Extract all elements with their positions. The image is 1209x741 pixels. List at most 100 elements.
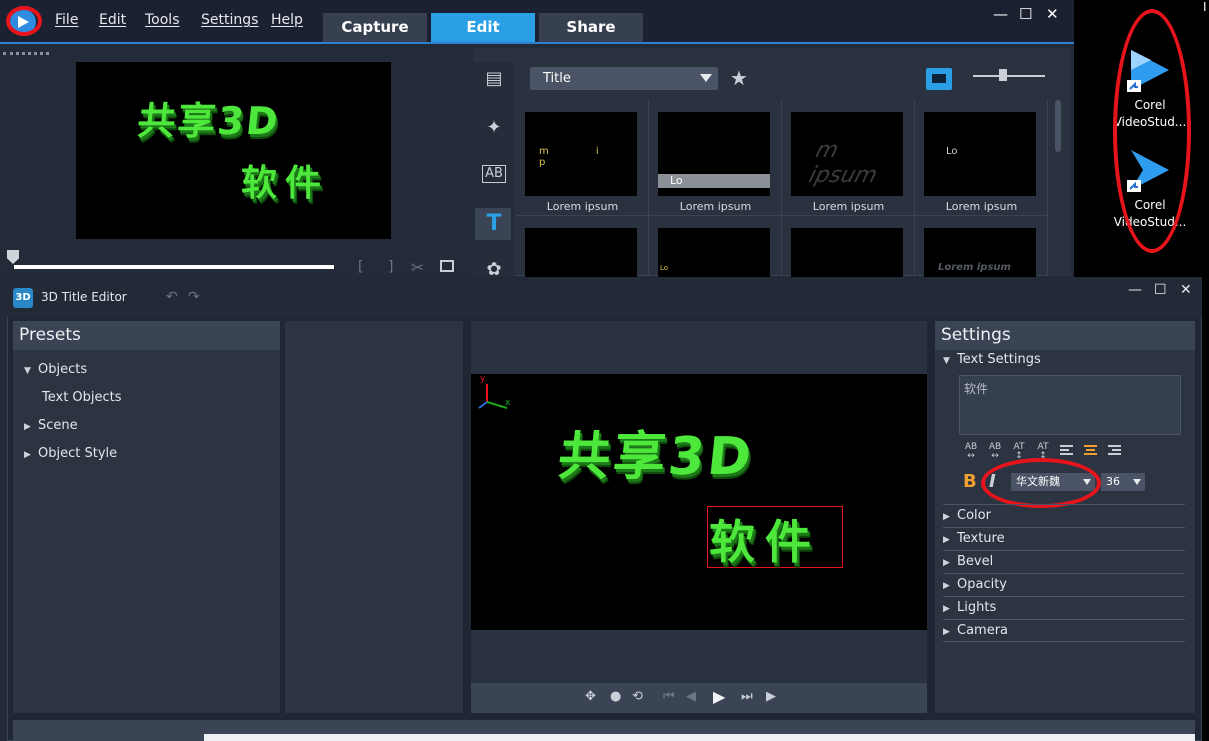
annotation-circle-desktop <box>1113 9 1191 253</box>
editor-title-bar <box>7 277 1202 317</box>
chevron-down-icon <box>1133 479 1141 485</box>
chevron-down-icon <box>700 74 712 82</box>
character-spacing-icon[interactable]: AB ↔ <box>962 443 980 461</box>
thumbnail-view-button[interactable] <box>926 68 952 90</box>
move-icon[interactable]: ✥ <box>585 689 596 704</box>
settings-section-bevel[interactable]: ▶ Bevel <box>943 550 1185 573</box>
text-settings-section[interactable]: ▼ Text Settings <box>943 352 1041 367</box>
settings-section-color[interactable]: ▶ Color <box>943 504 1185 527</box>
slider-handle[interactable] <box>999 69 1007 81</box>
menu-file[interactable]: File <box>55 12 78 28</box>
tree-item-object-style[interactable]: ▶ Object Style <box>24 446 117 461</box>
font-size-select[interactable]: 36 <box>1101 473 1145 491</box>
thumbnail-image: Lo <box>658 112 770 196</box>
3d-viewport[interactable]: y x 共享3D 软件 <box>471 374 927 630</box>
thumbnail-caption: Lorem ipsum <box>679 200 752 213</box>
minimize-button[interactable]: — <box>993 5 1008 23</box>
settings-header: Settings <box>935 321 1195 350</box>
library-category-select[interactable]: Title <box>530 67 718 90</box>
editor-close-button[interactable]: ✕ <box>1180 282 1192 298</box>
top-menu-bar: File Edit Tools Settings Help Capture Ed… <box>0 0 1074 44</box>
library-category-label: Title <box>543 71 571 86</box>
tab-share[interactable]: Share <box>539 13 643 42</box>
enlarge-icon[interactable] <box>440 260 454 272</box>
annotation-circle-font <box>981 458 1101 508</box>
font-size-value: 36 <box>1106 475 1120 488</box>
rotate-icon[interactable]: ● <box>610 689 621 704</box>
align-center-icon[interactable] <box>1084 445 1097 458</box>
tree-item-objects[interactable]: ▼ Objects <box>24 362 87 377</box>
title-thumbnail[interactable]: Lo Lorem ipsum <box>915 100 1048 216</box>
loop-icon[interactable]: ⟲ <box>632 689 643 704</box>
go-to-end-icon[interactable]: ▶ <box>766 689 776 704</box>
title-thumbnail[interactable]: Lorem ipsum <box>915 216 1048 312</box>
editor-logo-icon: 3D <box>13 288 33 308</box>
menu-help[interactable]: Help <box>271 12 303 28</box>
axis-x-label: x <box>505 398 511 408</box>
settings-section-lights[interactable]: ▶ Lights <box>943 596 1185 619</box>
next-frame-icon[interactable]: ⏭ <box>741 689 753 704</box>
maximize-button[interactable]: ☐ <box>1019 5 1032 23</box>
settings-section-camera[interactable]: ▶ Camera <box>943 619 1185 642</box>
preview-title-line2: 软件 <box>241 163 330 204</box>
title-thumbnail[interactable]: m ipsum Lorem ipsum <box>782 100 915 216</box>
tab-edit[interactable]: Edit <box>431 13 535 42</box>
axis-y-label: y <box>480 374 486 384</box>
presets-panel <box>13 321 280 713</box>
mark-in-icon[interactable]: [ <box>358 259 363 275</box>
redo-icon[interactable]: ↷ <box>188 289 200 305</box>
ab-transition-icon[interactable]: AB <box>482 165 506 183</box>
scrubber-bar[interactable] <box>14 265 334 269</box>
menu-tools[interactable]: Tools <box>145 12 180 28</box>
menu-settings[interactable]: Settings <box>201 12 258 28</box>
bold-button[interactable]: B <box>963 471 977 492</box>
viewport-toolbar <box>471 683 927 713</box>
library-scrollbar[interactable] <box>1055 100 1061 152</box>
align-left-icon[interactable] <box>1060 445 1073 458</box>
editor-maximize-button[interactable]: ☐ <box>1154 282 1167 298</box>
title-thumbnail[interactable]: Lo Lorem ipsum <box>649 100 782 216</box>
menu-edit[interactable]: Edit <box>99 12 126 28</box>
thumbnail-caption: Lorem ipsum <box>945 200 1018 213</box>
mark-out-icon[interactable]: ] <box>388 259 393 275</box>
thumbnail-image: m ipsum <box>791 112 903 196</box>
tree-item-scene[interactable]: ▶ Scene <box>24 418 78 433</box>
settings-section-texture[interactable]: ▶ Texture <box>943 527 1185 550</box>
timeline-track[interactable] <box>204 734 1195 741</box>
play-icon[interactable]: ▶ <box>713 687 725 706</box>
title-icon[interactable]: T <box>482 211 506 236</box>
text-input[interactable]: 软件 <box>959 375 1181 435</box>
viewport-title-line2[interactable]: 软件 <box>709 506 821 572</box>
word-spacing-icon[interactable]: AB ↔ <box>986 443 1004 461</box>
thumbnail-caption: Lorem ipsum <box>546 200 619 213</box>
settings-section-opacity[interactable]: ▶ Opacity <box>943 573 1185 596</box>
thumbnail-size-slider[interactable] <box>973 75 1045 77</box>
add-favorite-star-icon[interactable]: ★ <box>730 66 748 90</box>
editor-title: 3D Title Editor <box>41 290 127 304</box>
panel-grip[interactable] <box>3 52 49 55</box>
go-to-start-icon[interactable]: ⏮ <box>663 689 675 704</box>
title-thumbnail[interactable]: Lo <box>649 216 782 312</box>
previous-frame-icon[interactable]: ◀ <box>686 689 696 704</box>
desktop-edge-text: I <box>1203 0 1207 14</box>
thumbnail-caption: Lorem ipsum <box>812 200 885 213</box>
preview-title-line1: 共享3D <box>135 99 282 143</box>
align-right-icon[interactable] <box>1108 445 1121 458</box>
tree-item-text-objects[interactable]: Text Objects <box>42 390 122 405</box>
annotation-circle-logo <box>6 6 42 36</box>
player-preview: 共享3D 软件 <box>76 62 391 239</box>
thumbnail-image: Lo <box>924 112 1036 196</box>
thumbnail-image: m i p <box>525 112 637 196</box>
title-thumbnail[interactable] <box>782 216 915 312</box>
undo-icon[interactable]: ↶ <box>166 289 178 305</box>
title-thumbnail[interactable] <box>516 216 649 312</box>
transition-icon[interactable]: ✦ <box>482 117 506 139</box>
editor-minimize-button[interactable]: — <box>1128 282 1142 298</box>
close-button[interactable]: ✕ <box>1046 5 1059 23</box>
scissors-icon[interactable]: ✂ <box>411 258 424 277</box>
tab-capture[interactable]: Capture <box>323 13 427 42</box>
viewport-title-line1[interactable]: 共享3D <box>555 414 758 489</box>
media-icon[interactable]: ▤ <box>482 68 506 90</box>
preset-thumbnails-panel <box>285 321 463 713</box>
title-thumbnail[interactable]: m i p Lorem ipsum <box>516 100 649 216</box>
